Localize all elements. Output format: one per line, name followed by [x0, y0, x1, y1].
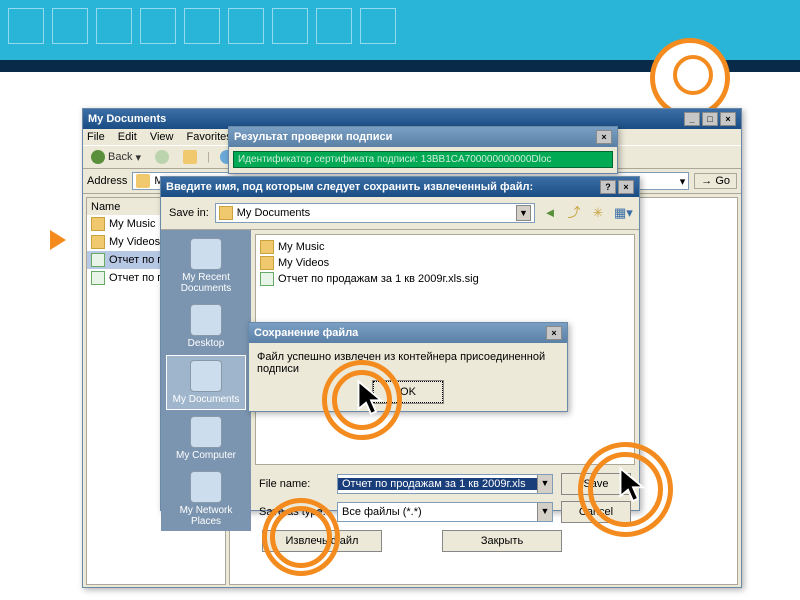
cancel-button[interactable]: Cancel — [561, 501, 631, 523]
file-icon — [260, 272, 274, 286]
menu-file[interactable]: File — [87, 131, 105, 143]
recent-icon — [190, 238, 222, 270]
address-label: Address — [87, 175, 127, 187]
place-network[interactable]: My Network Places — [166, 467, 246, 531]
back-button[interactable]: Back ▾ — [87, 149, 145, 165]
desktop-icon — [190, 304, 222, 336]
saveastype-combo[interactable]: Все файлы (*.*)▼ — [337, 502, 553, 522]
up-button[interactable] — [179, 149, 201, 165]
go-button[interactable]: → Go — [694, 173, 737, 189]
network-icon — [190, 471, 222, 503]
forward-button[interactable] — [151, 149, 173, 165]
places-bar: My Recent Documents Desktop My Documents… — [161, 230, 251, 531]
maximize-button[interactable]: □ — [702, 112, 718, 126]
close-button[interactable]: Закрыть — [442, 530, 562, 552]
mydocs-icon — [190, 360, 222, 392]
back-icon — [91, 150, 105, 164]
explorer-title: My Documents — [88, 113, 166, 125]
sig-cert-id: Идентификатор сертификата подписи: 13BB1… — [233, 151, 613, 168]
sigcheck-window: Результат проверки подписи × Идентификат… — [228, 126, 618, 174]
confirm-title: Сохранение файла — [254, 327, 358, 339]
folder-icon — [260, 240, 274, 254]
confirm-dialog: Сохранение файла × Файл успешно извлечен… — [248, 322, 568, 412]
saveas-titlebar[interactable]: Введите имя, под которым следует сохрани… — [161, 177, 639, 197]
confirm-message: Файл успешно извлечен из контейнера прис… — [257, 351, 559, 375]
close-button[interactable]: × — [596, 130, 612, 144]
chevron-down-icon[interactable]: ▼ — [537, 475, 552, 493]
folder-icon — [91, 235, 105, 249]
place-mydocs[interactable]: My Documents — [166, 355, 246, 410]
file-icon — [91, 253, 105, 267]
filename-label: File name: — [259, 478, 329, 490]
minimize-button[interactable]: _ — [684, 112, 700, 126]
chevron-down-icon[interactable]: ▼ — [516, 205, 531, 221]
saveastype-label: Save as type: — [259, 506, 329, 518]
pointer-wedge-icon — [50, 230, 66, 250]
up-icon — [183, 150, 197, 164]
chevron-down-icon[interactable]: ▼ — [537, 503, 552, 521]
place-desktop[interactable]: Desktop — [166, 300, 246, 353]
list-item[interactable]: Отчет по продажам за 1 кв 2009г.xls.sig — [260, 271, 630, 287]
list-item[interactable]: My Music — [260, 239, 630, 255]
savein-combo[interactable]: My Documents ▼ — [215, 203, 535, 223]
folder-icon — [260, 256, 274, 270]
savein-label: Save in: — [169, 207, 209, 219]
filename-input[interactable]: Отчет по продажам за 1 кв 2009г.xls▼ — [337, 474, 553, 494]
forward-icon — [155, 150, 169, 164]
place-recent[interactable]: My Recent Documents — [166, 234, 246, 298]
folder-icon — [219, 206, 233, 220]
menu-favorites[interactable]: Favorites — [187, 131, 232, 143]
help-button[interactable]: ? — [600, 180, 616, 194]
sigcheck-titlebar[interactable]: Результат проверки подписи × — [229, 127, 617, 147]
saveas-title: Введите имя, под которым следует сохрани… — [166, 181, 533, 193]
mascot-icon — [650, 38, 730, 118]
save-button[interactable]: Save — [561, 473, 631, 495]
close-button[interactable]: × — [618, 180, 634, 194]
new-folder-icon[interactable]: ✳ — [589, 204, 607, 222]
folder-icon — [136, 174, 150, 188]
back-icon[interactable]: ◄ — [541, 204, 559, 222]
views-icon[interactable]: ▦▾ — [613, 204, 631, 222]
place-mycomputer[interactable]: My Computer — [166, 412, 246, 465]
ok-button[interactable]: OK — [373, 381, 443, 403]
folder-icon — [91, 217, 105, 231]
close-button[interactable]: × — [546, 326, 562, 340]
close-button[interactable]: × — [720, 112, 736, 126]
file-icon — [91, 271, 105, 285]
sigcheck-bottom-buttons: Извлечь файл Закрыть — [262, 530, 562, 552]
list-item[interactable]: My Videos — [260, 255, 630, 271]
menu-view[interactable]: View — [150, 131, 174, 143]
menu-edit[interactable]: Edit — [118, 131, 137, 143]
confirm-titlebar[interactable]: Сохранение файла × — [249, 323, 567, 343]
mycomputer-icon — [190, 416, 222, 448]
extract-file-button[interactable]: Извлечь файл — [262, 530, 382, 552]
side-header-name[interactable]: Name — [91, 201, 120, 213]
up-one-level-icon[interactable]: ⤴ — [565, 204, 583, 222]
sigcheck-title: Результат проверки подписи — [234, 131, 392, 143]
